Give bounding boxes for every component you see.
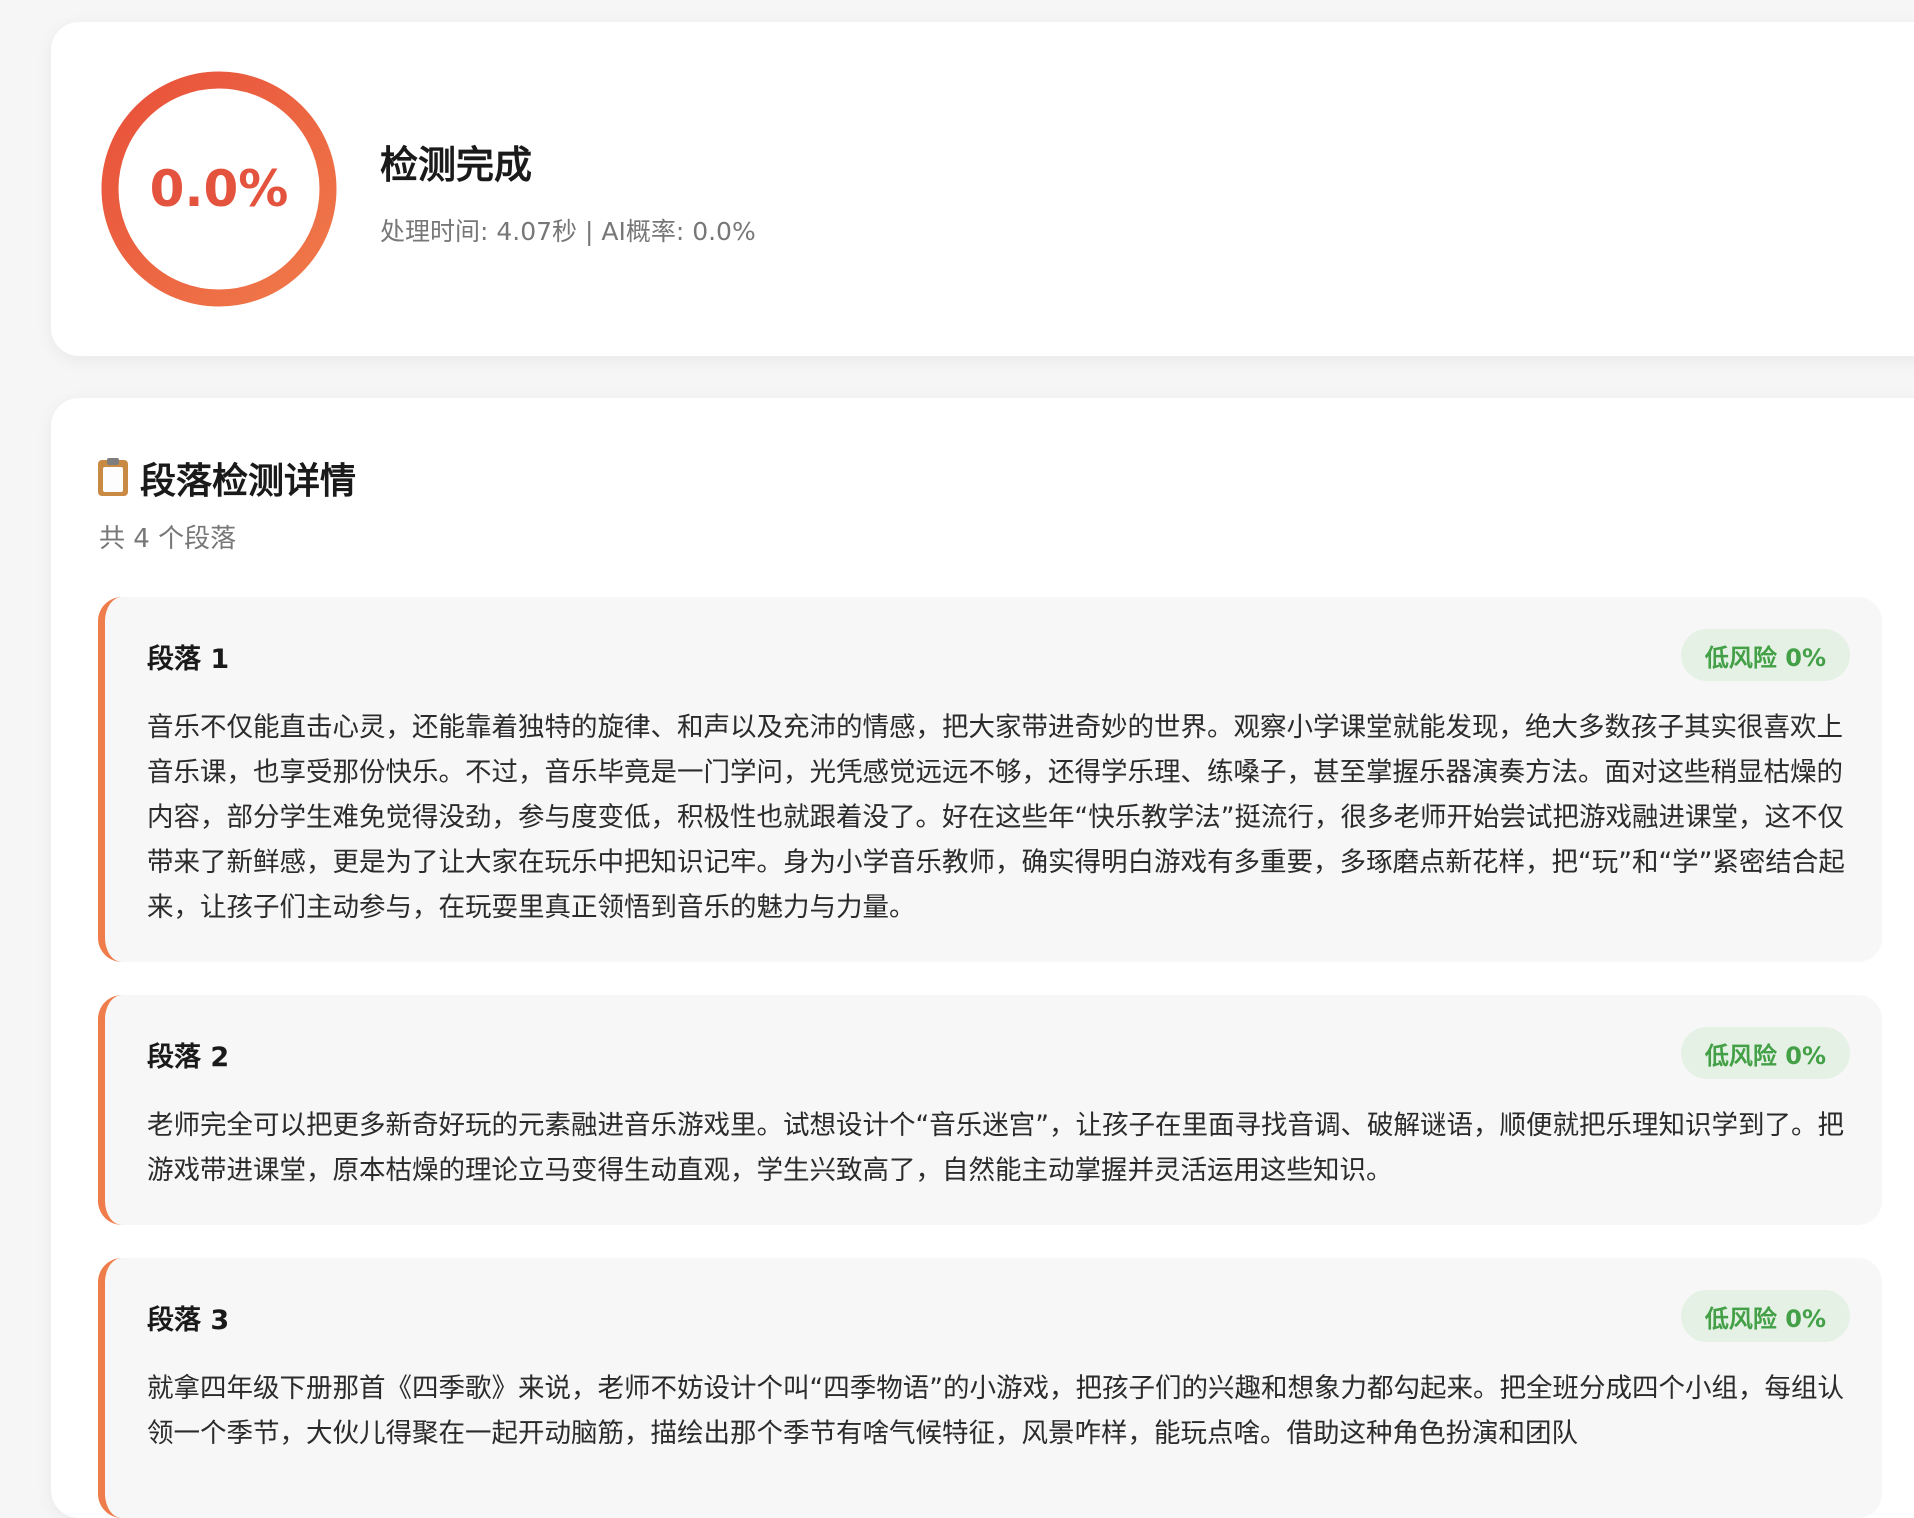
risk-badge: 低风险 0% [1680, 629, 1850, 681]
section-title-text: 段落检测详情 [140, 461, 357, 502]
paragraph-label: 段落 1 [147, 644, 230, 675]
status-meta: 处理时间: 4.07秒 | AI概率: 0.0% [380, 217, 756, 246]
score-ring: 0.0% [99, 69, 339, 309]
paragraph-text: 老师完全可以把更多新奇好玩的元素融进音乐游戏里。试想设计个“音乐迷宫”，让孩子在… [147, 1110, 1844, 1186]
section-title: 段落检测详情 [98, 452, 356, 504]
status-title: 检测完成 [380, 143, 533, 187]
paragraph-label: 段落 2 [147, 1042, 230, 1073]
risk-badge: 低风险 0% [1680, 1290, 1850, 1342]
clipboard-icon [98, 458, 128, 496]
paragraph-label: 段落 3 [147, 1305, 230, 1336]
paragraph-count: 共 4 个段落 [99, 524, 237, 554]
paragraph-card-1: 段落 1 低风险 0% 音乐不仅能直击心灵，还能靠着独特的旋律、和声以及充沛的情… [98, 597, 1882, 962]
paragraph-text: 就拿四年级下册那首《四季歌》来说，老师不妨设计个叫“四季物语”的小游戏，把孩子们… [147, 1373, 1844, 1449]
summary-card: 0.0% 检测完成 处理时间: 4.07秒 | AI概率: 0.0% [51, 22, 1914, 356]
paragraph-card-3: 段落 3 低风险 0% 就拿四年级下册那首《四季歌》来说，老师不妨设计个叫“四季… [98, 1258, 1882, 1518]
paragraph-text: 音乐不仅能直击心灵，还能靠着独特的旋律、和声以及充沛的情感，把大家带进奇妙的世界… [147, 712, 1845, 923]
paragraph-card-2: 段落 2 低风险 0% 老师完全可以把更多新奇好玩的元素融进音乐游戏里。试想设计… [98, 995, 1882, 1225]
score-value: 0.0% [149, 160, 289, 218]
risk-badge: 低风险 0% [1680, 1027, 1850, 1079]
